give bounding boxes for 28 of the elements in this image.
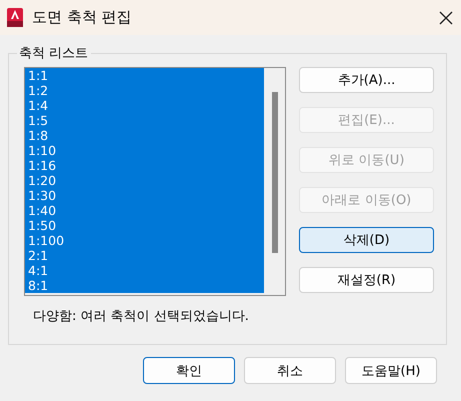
side-button[interactable]: 삭제(D)	[299, 227, 434, 253]
dialog-button[interactable]: 확인	[143, 357, 235, 384]
scale-list[interactable]: 1:1 1:2 1:4 1:5 1:8 1:10 1:16 1:20 1:30 1:40 1:50 1:100 2:1 4:1 8:1	[24, 67, 286, 296]
dialog-button[interactable]: 취소	[244, 357, 336, 384]
list-item[interactable]: 2:1	[25, 248, 264, 263]
list-item[interactable]: 1:40	[25, 203, 264, 218]
list-item[interactable]: 1:30	[25, 188, 264, 203]
dialog-button[interactable]: 도움말(H)	[345, 357, 437, 384]
list-item[interactable]: 1:8	[25, 128, 264, 143]
list-item[interactable]: 1:4	[25, 98, 264, 113]
list-item[interactable]: 1:5	[25, 113, 264, 128]
close-icon[interactable]	[439, 10, 453, 24]
list-item[interactable]: 8:1	[25, 278, 264, 293]
list-item[interactable]: 1:50	[25, 218, 264, 233]
group-title: 축척 리스트	[17, 44, 92, 62]
list-item[interactable]: 1:20	[25, 173, 264, 188]
side-button[interactable]: 추가(A)...	[299, 67, 434, 93]
scrollbar-thumb[interactable]	[272, 92, 278, 253]
window-title: 도면 축척 편집	[32, 8, 133, 27]
list-item[interactable]: 1:100	[25, 233, 264, 248]
list-item[interactable]: 1:16	[25, 158, 264, 173]
app-logo-icon	[7, 8, 23, 27]
list-item[interactable]: 1:2	[25, 83, 264, 98]
list-item[interactable]: 4:1	[25, 263, 264, 278]
list-item[interactable]: 1:10	[25, 143, 264, 158]
list-item[interactable]: 1:1	[25, 68, 264, 83]
status-text: 다양함: 여러 축척이 선택되었습니다.	[33, 308, 250, 325]
side-button[interactable]: 재설정(R)	[299, 267, 434, 293]
